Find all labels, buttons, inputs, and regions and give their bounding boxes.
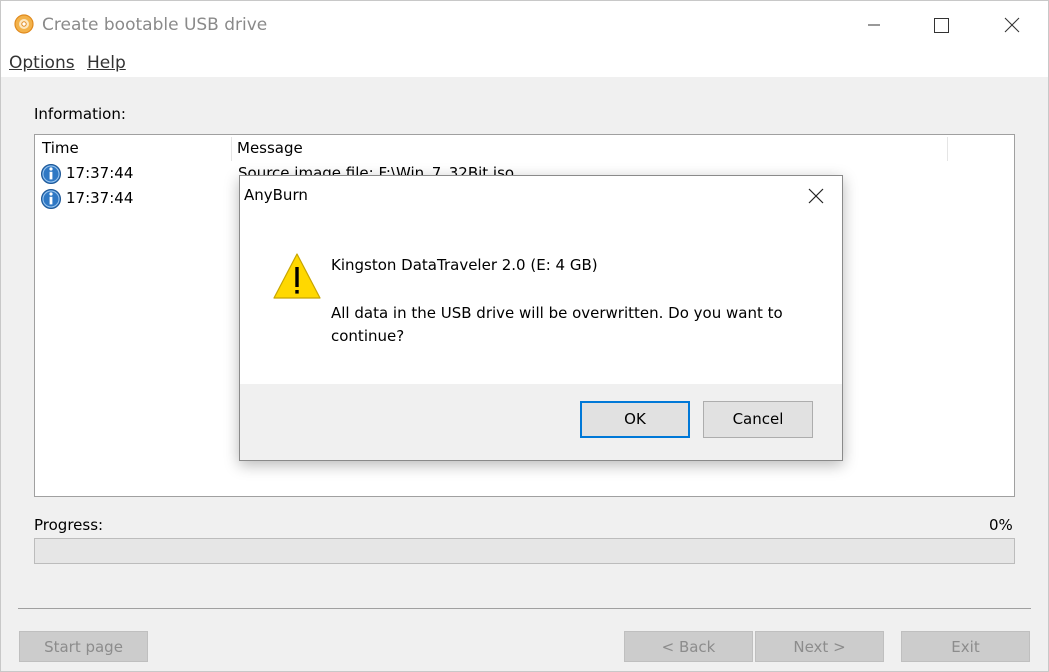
disc-icon xyxy=(14,14,34,34)
cancel-button[interactable]: Cancel xyxy=(703,401,813,438)
log-time: 17:37:44 xyxy=(66,164,134,182)
menu-help[interactable]: Help xyxy=(87,53,126,73)
menu-help-label: Help xyxy=(87,53,126,73)
info-icon xyxy=(41,164,61,184)
minimize-icon[interactable] xyxy=(851,1,897,49)
dialog-close-icon[interactable] xyxy=(800,180,832,212)
information-label: Information: xyxy=(34,105,126,123)
log-time: 17:37:44 xyxy=(66,189,134,207)
progress-label: Progress: xyxy=(34,516,104,534)
warning-icon xyxy=(273,253,321,299)
confirm-dialog: AnyBurn Kingston DataTraveler 2.0 (E: 4 … xyxy=(239,175,843,461)
dialog-device-text: Kingston DataTraveler 2.0 (E: 4 GB) xyxy=(331,256,598,274)
close-icon[interactable] xyxy=(989,1,1035,49)
next-button[interactable]: Next > xyxy=(755,631,884,662)
dialog-message: All data in the USB drive will be overwr… xyxy=(331,304,783,345)
menu-options[interactable]: Options xyxy=(9,53,75,73)
main-window: Create bootable USB drive Options Help I… xyxy=(0,0,1049,672)
dialog-title: AnyBurn xyxy=(244,186,308,204)
column-divider[interactable] xyxy=(947,137,948,161)
info-icon xyxy=(41,189,61,209)
maximize-icon[interactable] xyxy=(918,1,964,49)
footer-divider xyxy=(18,608,1031,609)
column-divider[interactable] xyxy=(231,137,232,161)
menu-options-label: Options xyxy=(9,53,75,73)
progress-percent: 0% xyxy=(989,516,1013,534)
title-bar: Create bootable USB drive xyxy=(1,1,1048,49)
back-button[interactable]: < Back xyxy=(624,631,753,662)
column-header-time[interactable]: Time xyxy=(42,135,79,161)
progress-bar xyxy=(34,538,1015,564)
column-header-message[interactable]: Message xyxy=(237,135,303,161)
start-page-button[interactable]: Start page xyxy=(19,631,148,662)
exit-button[interactable]: Exit xyxy=(901,631,1030,662)
window-title: Create bootable USB drive xyxy=(42,15,268,35)
ok-button[interactable]: OK xyxy=(580,401,690,438)
menu-bar: Options Help xyxy=(1,49,1048,77)
